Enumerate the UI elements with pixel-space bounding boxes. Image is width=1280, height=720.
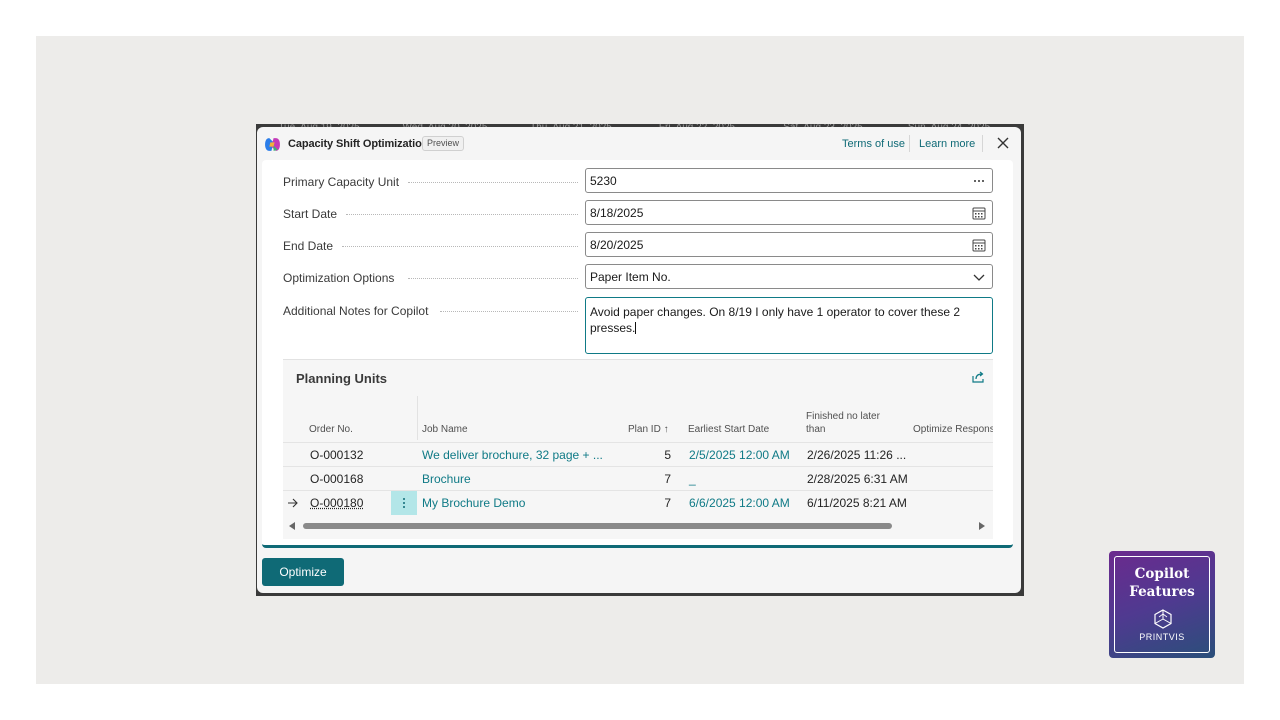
additional-notes-textarea[interactable]: Avoid paper changes. On 8/19 I only have…: [585, 297, 993, 354]
col-finished-line2: than: [806, 424, 826, 435]
calendar-icon[interactable]: [972, 238, 986, 252]
optimization-options-value: Paper Item No.: [590, 270, 671, 284]
start-date-label: Start Date: [283, 207, 338, 221]
share-icon[interactable]: [971, 370, 985, 384]
calendar-icon[interactable]: [972, 206, 986, 220]
end-date-value: 8/20/2025: [590, 238, 644, 252]
optimize-button[interactable]: Optimize: [262, 558, 344, 586]
table-row[interactable]: O-000168 Brochure 7 _ 2/28/2025 6:31 AM: [283, 466, 993, 490]
badge-title: Copilot Features: [1109, 565, 1215, 601]
dialog-title: Capacity Shift Optimization: [288, 138, 429, 150]
chevron-down-icon[interactable]: [972, 270, 986, 284]
terms-of-use-link[interactable]: Terms of use: [842, 138, 905, 150]
end-date-label: End Date: [283, 239, 334, 253]
header-divider: [909, 135, 910, 152]
column-divider: [417, 396, 418, 440]
col-order-no[interactable]: Order No.: [309, 423, 353, 436]
earliest-start-link[interactable]: _: [689, 472, 696, 486]
learn-more-link[interactable]: Learn more: [919, 138, 975, 150]
order-no-cell[interactable]: O-000180: [310, 496, 363, 510]
primary-capacity-unit-field[interactable]: 5230: [585, 168, 993, 193]
earliest-start-link[interactable]: 2/5/2025 12:00 AM: [689, 448, 790, 462]
text-cursor: [635, 322, 637, 334]
job-name-link[interactable]: We deliver brochure, 32 page + ...: [422, 448, 603, 462]
dialog-content: Primary Capacity Unit 5230 Start Date 8/…: [262, 160, 1013, 548]
finished-cell: 6/11/2025 8:21 AM: [807, 496, 907, 510]
field-leader-dots: [346, 213, 578, 215]
col-finished-line1: Finished no later: [806, 411, 880, 422]
end-date-field[interactable]: 8/20/2025: [585, 232, 993, 257]
col-plan-id[interactable]: Plan ID ↑: [628, 423, 669, 436]
printvis-logo-icon: [1154, 609, 1172, 629]
badge-title-line1: Copilot: [1134, 566, 1190, 582]
start-date-field[interactable]: 8/18/2025: [585, 200, 993, 225]
col-optimize-response[interactable]: Optimize Respons: [913, 423, 993, 436]
field-leader-dots: [440, 310, 578, 312]
planning-units-title: Planning Units: [296, 371, 387, 386]
finished-cell: 2/28/2025 6:31 AM: [807, 472, 908, 486]
horizontal-scrollbar[interactable]: [283, 519, 993, 533]
primary-capacity-unit-label: Primary Capacity Unit: [283, 175, 400, 189]
close-icon[interactable]: [995, 135, 1011, 151]
job-name-link[interactable]: My Brochure Demo: [422, 496, 525, 510]
arrow-right-icon: [288, 498, 298, 508]
scroll-left-icon[interactable]: [289, 522, 295, 530]
plan-id-cell: 5: [664, 448, 671, 462]
ellipsis-icon[interactable]: [972, 174, 986, 188]
plan-id-cell: 7: [664, 472, 671, 486]
field-leader-dots: [408, 277, 578, 279]
table-row[interactable]: O-000132 We deliver brochure, 32 page + …: [283, 442, 993, 466]
row-actions-menu-icon[interactable]: [391, 491, 417, 515]
order-no-cell[interactable]: O-000132: [310, 448, 363, 462]
field-leader-dots: [342, 245, 578, 247]
col-job-name[interactable]: Job Name: [422, 423, 468, 436]
finished-cell: 2/26/2025 11:26 ...: [807, 448, 907, 462]
job-name-link[interactable]: Brochure: [422, 472, 471, 486]
order-no-cell[interactable]: O-000168: [310, 472, 363, 486]
preview-badge: Preview: [422, 136, 465, 151]
col-finished[interactable]: Finished no later than: [806, 410, 880, 436]
primary-capacity-unit-value: 5230: [590, 174, 617, 188]
copilot-icon: [265, 138, 280, 151]
badge-brand: PRINTVIS: [1139, 632, 1185, 642]
dialog-header: Capacity Shift Optimization Preview Term…: [257, 127, 1021, 160]
header-divider: [982, 135, 983, 152]
earliest-start-link[interactable]: 6/6/2025 12:00 AM: [689, 496, 790, 510]
optimization-options-select[interactable]: Paper Item No.: [585, 264, 993, 289]
planning-units-section: Planning Units Order No. Job Name Plan I…: [283, 359, 993, 539]
table-row-selected[interactable]: O-000180 My Brochure Demo 7 6/6/2025 12:…: [283, 490, 993, 515]
additional-notes-value: Avoid paper changes. On 8/19 I only have…: [590, 305, 961, 335]
plan-id-cell: 7: [664, 496, 671, 510]
optimization-options-label: Optimization Options: [283, 271, 395, 285]
col-earliest-start[interactable]: Earliest Start Date: [688, 423, 769, 436]
start-date-value: 8/18/2025: [590, 206, 644, 220]
copilot-features-badge: Copilot Features PRINTVIS: [1109, 551, 1215, 658]
scroll-right-icon[interactable]: [979, 522, 985, 530]
additional-notes-label: Additional Notes for Copilot: [283, 304, 429, 318]
scrollbar-thumb[interactable]: [303, 523, 892, 529]
badge-title-line2: Features: [1129, 584, 1195, 600]
capacity-shift-dialog: Capacity Shift Optimization Preview Term…: [257, 127, 1021, 593]
field-leader-dots: [408, 181, 578, 183]
